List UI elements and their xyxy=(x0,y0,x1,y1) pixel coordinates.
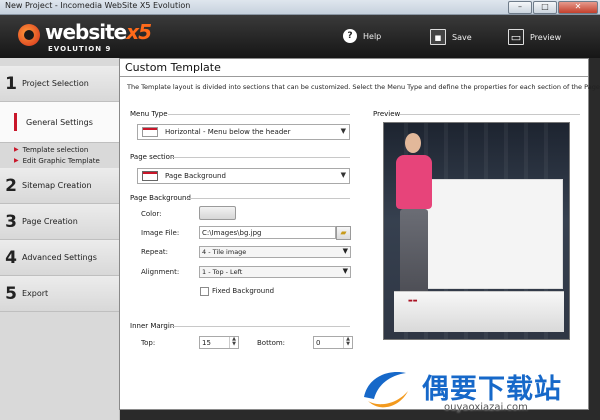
step-project-selection[interactable]: 1 Project Selection xyxy=(0,66,119,102)
logo-mark-icon xyxy=(18,24,40,46)
menu-type-value: Horizontal - Menu below the header xyxy=(165,128,291,136)
menu-type-label: Menu Type xyxy=(130,110,168,118)
save-icon: ▪ xyxy=(430,29,446,45)
page-description: The Template layout is divided into sect… xyxy=(127,83,600,91)
save-button[interactable]: ▪ Save xyxy=(430,29,472,45)
step-label: Advanced Settings xyxy=(22,253,97,262)
preview-button[interactable]: ▭ Preview xyxy=(508,29,561,45)
divider xyxy=(400,114,580,115)
menu-layout-icon xyxy=(142,127,158,137)
step-export[interactable]: 5 Export xyxy=(0,276,119,312)
help-button[interactable]: ? Help xyxy=(343,29,381,43)
window-controls: – □ ✕ xyxy=(508,1,598,14)
arrow-right-icon: ▶ xyxy=(14,157,19,164)
stepper-arrows-icon[interactable]: ▲ ▼ xyxy=(343,337,352,348)
divider xyxy=(186,198,350,199)
title-divider xyxy=(120,76,588,77)
top-margin-value: 15 xyxy=(202,338,211,347)
watermark-logo-icon xyxy=(364,372,408,408)
bottom-margin-label: Bottom: xyxy=(257,339,286,347)
window-title: New Project - Incomedia WebSite X5 Evolu… xyxy=(5,1,191,10)
watermark-cn-text: 偶要下载站 xyxy=(422,374,562,405)
logo-edition: EVOLUTION 9 xyxy=(48,45,112,53)
help-icon: ? xyxy=(343,29,357,43)
step-active-marker xyxy=(0,113,22,131)
template-preview-image: ▬▬ xyxy=(383,122,570,340)
section-layout-icon xyxy=(142,171,158,181)
page-background-label: Page Background xyxy=(130,194,191,202)
logo-text: websitex5 xyxy=(45,20,152,44)
preview-footer: ▬▬ xyxy=(394,291,564,332)
repeat-value: 4 - Tile image xyxy=(202,248,247,256)
step-number: 2 xyxy=(5,175,17,196)
step-label: Page Creation xyxy=(22,217,78,226)
step-label: Export xyxy=(22,289,49,298)
site-watermark: 偶要下载站 ouyaoxiazai.com xyxy=(358,360,598,418)
page-section-label: Page section xyxy=(130,153,175,161)
app-header: websitex5 EVOLUTION 9 ? Help ▪ Save ▭ Pr… xyxy=(0,15,600,58)
step-number: 4 xyxy=(5,247,17,268)
watermark-en-text: ouyaoxiazai.com xyxy=(444,402,528,413)
substeps-list: ▶ Template selection ▶ Edit Graphic Temp… xyxy=(0,144,119,166)
repeat-select[interactable]: 4 - Tile image ▼ xyxy=(199,246,351,258)
close-button[interactable]: ✕ xyxy=(558,1,598,14)
top-margin-stepper[interactable]: 15 ▲ ▼ xyxy=(199,336,239,349)
help-label: Help xyxy=(363,31,382,41)
save-label: Save xyxy=(452,32,472,42)
step-advanced-settings[interactable]: 4 Advanced Settings xyxy=(0,240,119,276)
app-logo: websitex5 EVOLUTION 9 xyxy=(18,20,178,56)
divider xyxy=(172,157,350,158)
alignment-select[interactable]: 1 - Top - Left ▼ xyxy=(199,266,351,278)
step-label: Project Selection xyxy=(22,79,89,88)
step-number: 1 xyxy=(5,73,17,94)
step-page-creation[interactable]: 3 Page Creation xyxy=(0,204,119,240)
step-general-settings[interactable]: General Settings xyxy=(0,102,119,143)
minimize-button[interactable]: – xyxy=(508,1,532,14)
chevron-down-icon: ▼ xyxy=(340,171,346,179)
substep-edit-graphic-template[interactable]: ▶ Edit Graphic Template xyxy=(0,155,119,166)
bottom-margin-stepper[interactable]: 0 ▲ ▼ xyxy=(313,336,353,349)
window-titlebar: New Project - Incomedia WebSite X5 Evolu… xyxy=(0,0,600,15)
preview-label: Preview xyxy=(530,32,562,42)
fixed-background-label: Fixed Background xyxy=(212,287,275,295)
step-number: 5 xyxy=(5,283,17,304)
menu-type-select[interactable]: Horizontal - Menu below the header ▼ xyxy=(137,124,350,140)
alignment-value: 1 - Top - Left xyxy=(202,268,243,276)
content-panel: Custom Template The Template layout is d… xyxy=(119,58,600,410)
step-number: 3 xyxy=(5,211,17,232)
bottom-margin-value: 0 xyxy=(316,338,321,347)
preview-label: Preview xyxy=(373,110,401,118)
step-label: Sitemap Creation xyxy=(22,181,92,190)
chevron-down-icon: ▼ xyxy=(340,127,346,135)
divider xyxy=(172,326,350,327)
step-sitemap-creation[interactable]: 2 Sitemap Creation xyxy=(0,168,119,204)
preview-person-image xyxy=(392,131,436,303)
page-section-select[interactable]: Page Background ▼ xyxy=(137,168,350,184)
color-picker-button[interactable] xyxy=(199,206,236,220)
alignment-label: Alignment: xyxy=(141,268,180,276)
image-file-input[interactable]: C:\Images\bg.jpg xyxy=(199,226,336,239)
page-title: Custom Template xyxy=(125,61,221,74)
stepper-arrows-icon[interactable]: ▲ ▼ xyxy=(229,337,238,348)
step-label: General Settings xyxy=(26,117,93,127)
chevron-down-icon: ▼ xyxy=(342,267,348,275)
substep-template-selection[interactable]: ▶ Template selection xyxy=(0,144,119,155)
steps-sidebar: 1 Project Selection General Settings ▶ T… xyxy=(0,58,120,420)
fixed-background-checkbox[interactable] xyxy=(200,287,209,296)
repeat-label: Repeat: xyxy=(141,248,168,256)
color-label: Color: xyxy=(141,210,162,218)
arrow-right-icon: ▶ xyxy=(14,146,19,153)
chevron-down-icon: ▼ xyxy=(342,247,348,255)
folder-open-icon[interactable]: ▰ xyxy=(336,226,351,240)
inner-margin-label: Inner Margin xyxy=(130,322,175,330)
image-file-label: Image File: xyxy=(141,229,180,237)
divider xyxy=(168,114,350,115)
maximize-button[interactable]: □ xyxy=(533,1,557,14)
top-margin-label: Top: xyxy=(141,339,156,347)
page-section-value: Page Background xyxy=(165,172,226,180)
preview-icon: ▭ xyxy=(508,29,524,45)
